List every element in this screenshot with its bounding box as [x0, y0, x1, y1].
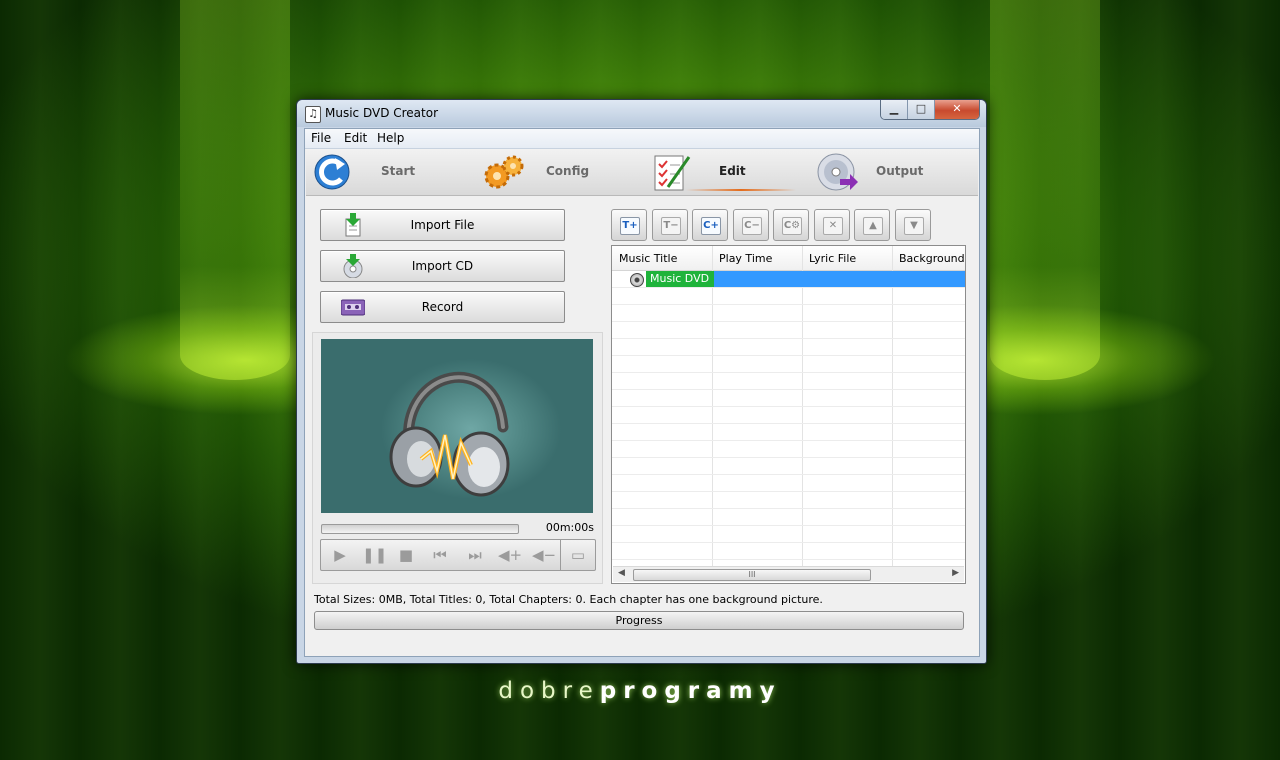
scrollbar-thumb[interactable]: III — [633, 569, 871, 581]
desktop-brand-logo: dobreprogramy — [498, 678, 782, 704]
step-label: Edit — [719, 164, 746, 178]
row-divider — [612, 389, 965, 390]
horizontal-scrollbar[interactable]: ◀ III ▶ — [613, 566, 964, 582]
minimize-button[interactable]: ▁ — [881, 100, 908, 119]
progress-bar: Progress — [314, 611, 964, 630]
row-divider — [612, 542, 965, 543]
record-label: Record — [421, 300, 464, 314]
pause-icon[interactable]: ❚❚ — [362, 546, 387, 564]
row-divider — [612, 525, 965, 526]
row-divider — [612, 474, 965, 475]
fullscreen-icon[interactable]: ▭ — [569, 546, 587, 564]
row-divider — [612, 559, 965, 560]
step-label: Config — [546, 164, 590, 178]
desktop-light-column — [990, 0, 1100, 380]
scroll-left-icon[interactable]: ◀ — [618, 568, 625, 578]
add-title-button[interactable]: T+ — [611, 209, 647, 241]
edit-checklist-icon — [654, 155, 691, 191]
app-icon: ♫ — [305, 106, 321, 123]
window-title: Music DVD Creator — [325, 106, 439, 120]
row-divider — [612, 304, 965, 305]
app-window: ♫ Music DVD Creator ▁ □ ✕ File Edit Help… — [296, 99, 987, 664]
maximize-button[interactable]: □ — [908, 100, 935, 119]
row-divider — [612, 457, 965, 458]
seek-bar[interactable] — [321, 524, 519, 534]
controls-separator — [560, 540, 561, 570]
row-divider — [612, 355, 965, 356]
column-background[interactable]: Background — [899, 252, 965, 265]
step-label: Start — [381, 164, 416, 178]
remove-title-button[interactable]: T− — [652, 209, 688, 241]
move-up-icon: ▲ — [863, 217, 883, 235]
column-music-title[interactable]: Music Title — [619, 252, 677, 265]
progress-label: Progress — [615, 614, 663, 627]
next-icon[interactable]: ⏭ — [466, 546, 484, 564]
move-down-icon: ▼ — [904, 217, 924, 235]
preview-image — [321, 339, 593, 513]
row-divider — [612, 508, 965, 509]
active-step-indicator — [686, 189, 796, 191]
playback-time: 00m:00s — [545, 521, 594, 534]
headphones-icon — [389, 371, 510, 497]
row-divider — [612, 440, 965, 441]
window-controls: ▁ □ ✕ — [880, 100, 980, 120]
import-cd-label: Import CD — [411, 259, 474, 273]
titles-table: Music Title Play Time Lyric File Backgro… — [611, 245, 966, 584]
disc-icon — [630, 273, 644, 287]
column-play-time[interactable]: Play Time — [719, 252, 772, 265]
player-controls: ▶ ❚❚ ■ ⏮ ⏭ ◀+ ◀− ▭ — [320, 539, 596, 571]
step-output[interactable]: Output — [816, 149, 978, 195]
row-divider — [612, 423, 965, 424]
move-up-button[interactable]: ▲ — [854, 209, 890, 241]
scroll-right-icon[interactable]: ▶ — [952, 568, 959, 578]
table-row-selected[interactable] — [712, 271, 965, 287]
import-file-label: Import File — [410, 218, 475, 232]
menu-edit[interactable]: Edit — [344, 131, 367, 145]
menu-file[interactable]: File — [311, 131, 331, 145]
remove-title-icon: T− — [661, 217, 681, 235]
play-icon[interactable]: ▶ — [331, 546, 349, 564]
remove-chapter-button[interactable]: C− — [733, 209, 769, 241]
disc-output-icon — [817, 153, 858, 191]
move-down-button[interactable]: ▼ — [895, 209, 931, 241]
column-lyric-file[interactable]: Lyric File — [809, 252, 856, 265]
gears-icon — [484, 155, 524, 189]
table-cell-title[interactable]: Music DVD — [646, 271, 714, 287]
add-chapter-button[interactable]: C+ — [692, 209, 728, 241]
delete-button[interactable]: ✕ — [814, 209, 850, 241]
step-config[interactable]: Config — [476, 149, 646, 195]
row-divider — [612, 491, 965, 492]
row-divider — [612, 321, 965, 322]
add-title-icon: T+ — [620, 217, 640, 235]
import-cd-button[interactable]: Import CD — [320, 250, 565, 282]
refresh-icon — [314, 154, 350, 190]
menu-bar: File Edit Help — [305, 129, 979, 149]
desktop-light-column — [180, 0, 290, 380]
chapter-settings-icon: C⚙ — [782, 217, 802, 235]
delete-icon: ✕ — [823, 217, 843, 235]
step-start[interactable]: Start — [306, 149, 476, 195]
title-bar[interactable]: ♫ Music DVD Creator ▁ □ ✕ — [297, 100, 986, 127]
row-divider — [612, 372, 965, 373]
volume-down-icon[interactable]: ◀− — [531, 546, 557, 564]
client-area: File Edit Help Start Config Edit Output … — [304, 128, 980, 657]
volume-up-icon[interactable]: ◀+ — [497, 546, 523, 564]
close-button[interactable]: ✕ — [935, 100, 979, 119]
table-header: Music Title Play Time Lyric File Backgro… — [612, 246, 965, 271]
step-label: Output — [876, 164, 924, 178]
wizard-step-bar: Start Config Edit Output — [306, 149, 978, 196]
chapter-settings-button[interactable]: C⚙ — [773, 209, 809, 241]
status-text: Total Sizes: 0MB, Total Titles: 0, Total… — [314, 593, 823, 606]
menu-help[interactable]: Help — [377, 131, 404, 145]
previous-icon[interactable]: ⏮ — [431, 546, 449, 564]
row-divider — [612, 338, 965, 339]
stop-icon[interactable]: ■ — [397, 546, 415, 564]
preview-panel: 00m:00s ▶ ❚❚ ■ ⏮ ⏭ ◀+ ◀− ▭ — [312, 332, 603, 584]
import-file-button[interactable]: Import File — [320, 209, 565, 241]
record-button[interactable]: Record — [320, 291, 565, 323]
add-chapter-icon: C+ — [701, 217, 721, 235]
row-divider — [612, 406, 965, 407]
row-divider — [612, 287, 965, 288]
remove-chapter-icon: C− — [742, 217, 762, 235]
